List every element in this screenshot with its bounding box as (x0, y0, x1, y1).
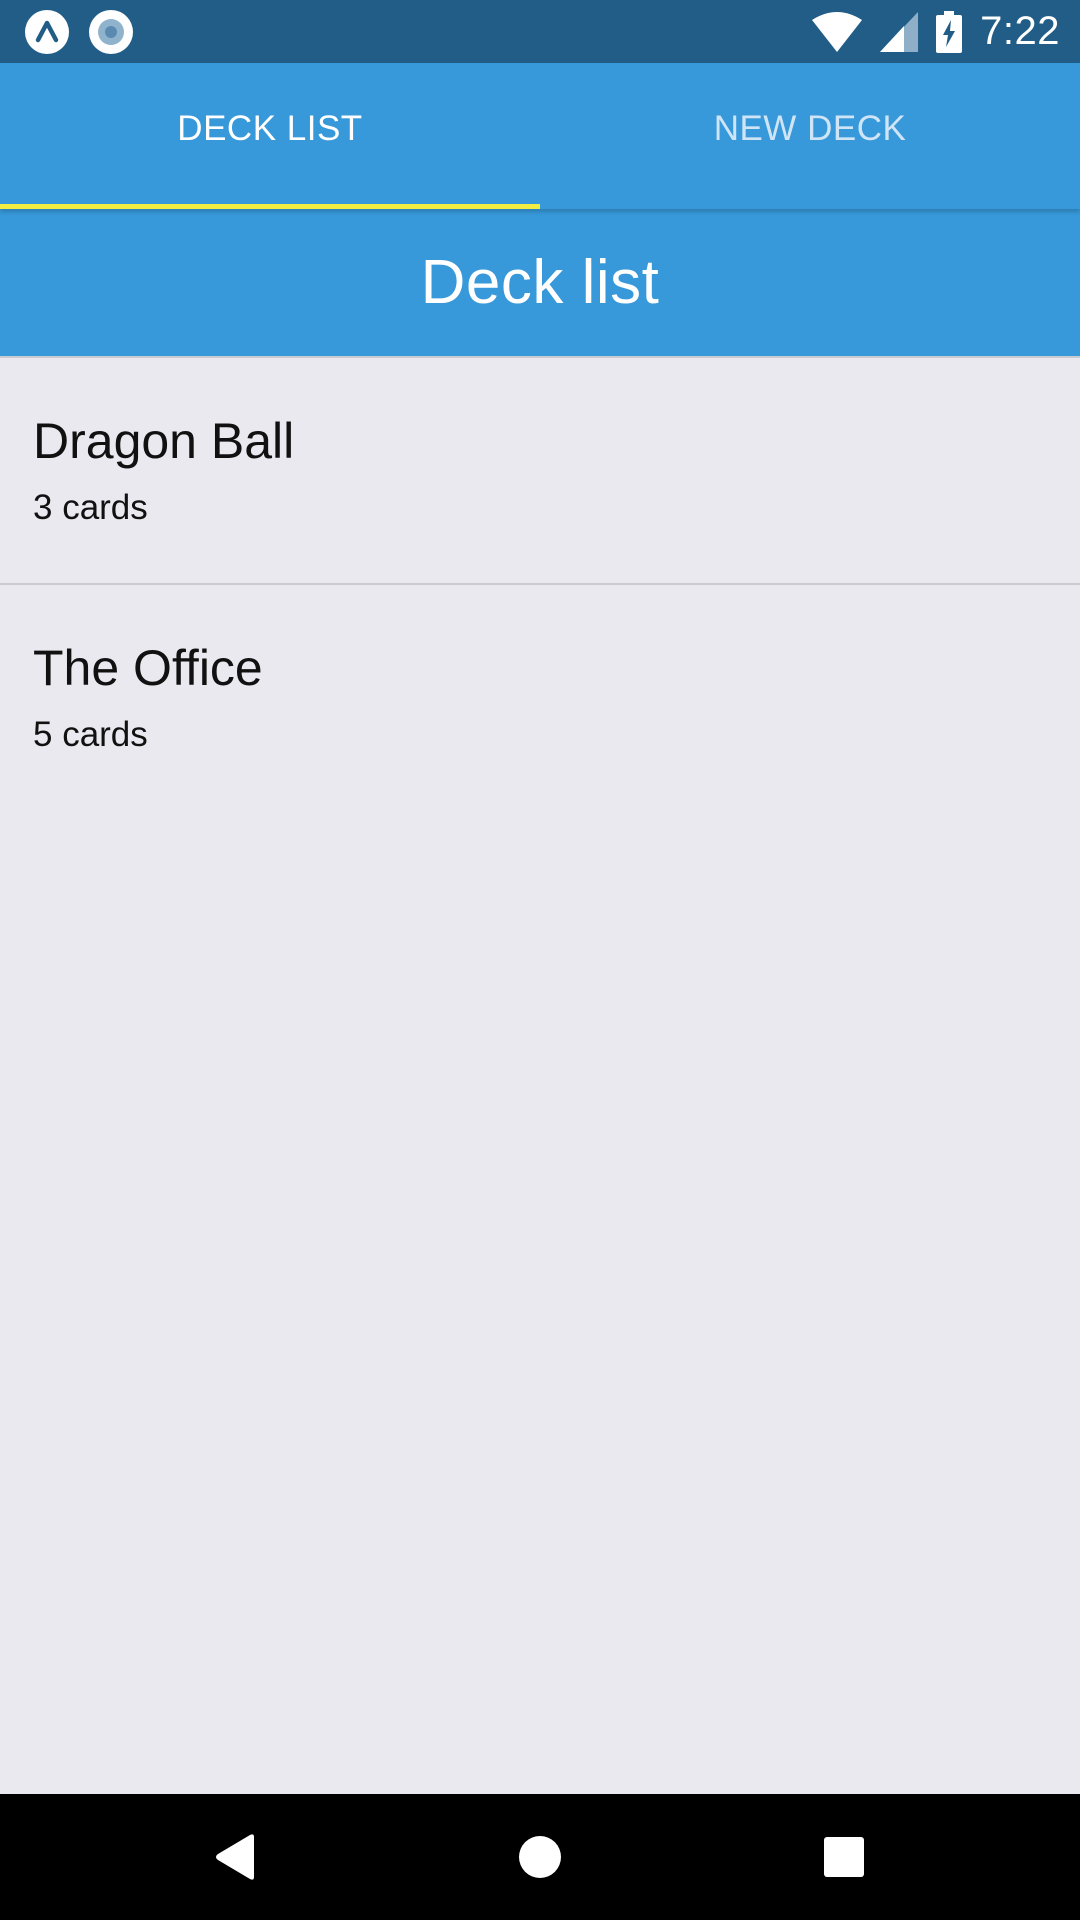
status-right-icons: 7:22 (812, 0, 1060, 63)
home-icon[interactable] (518, 1835, 562, 1879)
tab-new-deck-label: NEW DECK (713, 109, 907, 148)
navigation-bar (0, 1794, 1080, 1920)
deck-name: Dragon Ball (33, 413, 295, 469)
expo-icon (25, 10, 69, 54)
tab-deck-list[interactable]: DECK LIST (0, 63, 540, 209)
tab-bar: DECK LIST NEW DECK (0, 63, 1080, 209)
status-bar: 7:22 (0, 0, 1080, 63)
status-left-icons (24, 9, 134, 55)
deck-list: Dragon Ball 3 cards The Office 5 cards (0, 358, 1080, 812)
app-screen: 7:22 DECK LIST NEW DECK Deck list Dragon… (0, 0, 1080, 1920)
tab-active-indicator (0, 204, 540, 209)
record-icon (89, 10, 133, 54)
status-time: 7:22 (980, 9, 1060, 53)
wifi-icon (812, 11, 863, 52)
deck-name: The Office (33, 640, 263, 696)
deck-card-count: 3 cards (33, 488, 148, 527)
page-title: Deck list (420, 248, 660, 317)
deck-list-item[interactable]: Dragon Ball 3 cards (0, 358, 1080, 585)
deck-list-item[interactable]: The Office 5 cards (0, 585, 1080, 812)
battery-charging-icon (936, 10, 963, 53)
tab-deck-list-label: DECK LIST (177, 109, 363, 148)
cell-signal-icon (880, 11, 919, 52)
back-icon[interactable] (214, 1833, 258, 1881)
recents-icon[interactable] (824, 1837, 864, 1877)
page-header: Deck list (0, 209, 1080, 358)
deck-card-count: 5 cards (33, 715, 148, 754)
tab-new-deck[interactable]: NEW DECK (540, 63, 1080, 209)
